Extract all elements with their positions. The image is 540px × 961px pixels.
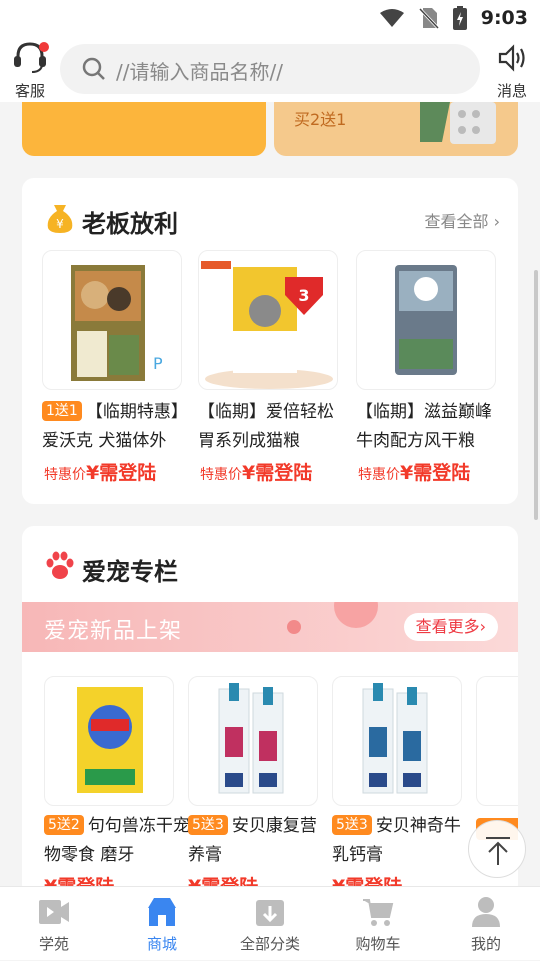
boss-deals-title: 老板放利 xyxy=(82,210,178,238)
product-image xyxy=(188,676,318,806)
box-down-icon xyxy=(256,900,284,926)
tab-mall[interactable]: 商城 xyxy=(108,887,216,961)
product-name: 【临期】爱倍轻松胃系列成猫粮 xyxy=(198,398,338,456)
product-price: 特惠价¥需登陆 xyxy=(358,458,470,485)
no-sim-icon xyxy=(418,7,439,29)
product-name: 5送3 安贝神奇牛乳钙膏 xyxy=(332,812,462,870)
banner-right-text: 买2送1 xyxy=(294,110,347,129)
product-name: 5送2 句句兽冻干宠物零食 磨牙 xyxy=(44,812,192,870)
product-name-text: 【临期】爱倍轻松胃系列成猫粮 xyxy=(198,402,334,451)
price-value: ¥需登陆 xyxy=(86,462,157,484)
pet-column-section: 爱宠专栏 爱宠新品上架 查看更多› 5送2句句兽冻干宠物零食 磨牙 ¥需登陆 xyxy=(22,526,518,896)
status-icons: 9:03 xyxy=(379,6,528,30)
search-placeholder: //请输入商品名称// xyxy=(116,60,283,84)
product-price: 特惠价¥需登陆 xyxy=(200,458,312,485)
promo-tag: 5送2 xyxy=(44,815,84,835)
paste-box-image xyxy=(218,683,284,794)
store-icon xyxy=(148,898,176,926)
banner-left[interactable] xyxy=(22,102,266,156)
tab-cart[interactable]: 购物车 xyxy=(324,887,432,961)
chevron-right-icon: › xyxy=(479,617,486,636)
scrollbar[interactable] xyxy=(534,270,538,520)
chevron-right-icon: › xyxy=(493,212,500,231)
customer-service-button[interactable]: 客服 xyxy=(0,40,60,100)
product-name-text: 【临期】滋益巅峰 牛肉配方风干粮 xyxy=(356,402,492,451)
medicine-pack-image xyxy=(420,102,496,144)
wifi-icon xyxy=(379,9,404,27)
see-all-label: 查看全部 xyxy=(424,212,489,231)
product-image xyxy=(44,676,174,806)
status-bar: 9:03 xyxy=(0,0,540,36)
tab-academy[interactable]: 学苑 xyxy=(0,887,108,961)
tab-label: 全部分类 xyxy=(239,935,300,953)
snack-bag-image xyxy=(77,687,143,793)
paw-icon xyxy=(46,551,74,579)
message-button[interactable]: 消息 xyxy=(482,40,540,100)
see-more-button[interactable]: 查看更多› xyxy=(403,613,498,641)
battery-icon xyxy=(452,6,467,30)
product-name: 5送3 安贝康复营养膏 xyxy=(188,812,318,870)
tab-label: 购物车 xyxy=(355,935,401,953)
tab-profile[interactable]: 我的 xyxy=(432,887,540,961)
svg-text:3: 3 xyxy=(298,286,309,305)
drops-box-image: P xyxy=(71,265,163,381)
boss-deals-section: ¥ 老板放利 查看全部 › P 1送1【临期特惠】爱沃克 犬猫体外驱虫滴剂 特惠… xyxy=(22,178,518,504)
cart-icon xyxy=(363,899,394,926)
headset-icon xyxy=(14,42,49,73)
header: 客服 //请输入商品名称// 消息 xyxy=(0,36,540,102)
product-image-partial[interactable] xyxy=(476,676,518,806)
see-all-link[interactable]: 查看全部 › xyxy=(424,208,500,232)
tab-label: 学苑 xyxy=(38,935,69,953)
price-label: 特惠价 xyxy=(44,467,86,483)
product-image: P xyxy=(42,250,182,390)
speaker-icon xyxy=(498,44,525,72)
product-image: 3 xyxy=(198,250,338,390)
cat-food-bag-image: 3 xyxy=(201,261,333,389)
bottom-tab-bar: 学苑 商城 全部分类 购物车 我的 xyxy=(0,886,540,960)
product-name: 1送1【临期特惠】爱沃克 犬猫体外驱虫滴剂 xyxy=(42,398,182,456)
video-icon xyxy=(39,900,69,924)
promo-tag: 5送3 xyxy=(188,815,228,835)
pet-column-title: 爱宠专栏 xyxy=(82,558,178,586)
user-icon xyxy=(472,897,500,927)
banner-right[interactable]: 买2送1 xyxy=(274,102,518,156)
back-to-top-button[interactable] xyxy=(468,820,526,878)
svg-text:¥: ¥ xyxy=(56,217,64,231)
status-time: 9:03 xyxy=(480,7,528,29)
promo-tag: 1送1 xyxy=(42,401,82,421)
product-image xyxy=(332,676,462,806)
svg-text:P: P xyxy=(153,354,163,373)
price-label: 特惠价 xyxy=(358,467,400,483)
search-icon xyxy=(82,57,105,80)
message-label: 消息 xyxy=(496,82,527,100)
price-label: 特惠价 xyxy=(200,467,242,483)
price-value: ¥需登陆 xyxy=(400,462,471,484)
search-input[interactable]: //请输入商品名称// xyxy=(60,44,480,94)
new-arrivals-banner[interactable]: 爱宠新品上架 查看更多› xyxy=(22,602,518,652)
price-value: ¥需登陆 xyxy=(242,462,313,484)
tab-label: 我的 xyxy=(470,935,501,953)
promo-title: 爱宠新品上架 xyxy=(44,619,183,644)
see-more-label: 查看更多 xyxy=(415,617,480,636)
arrow-up-icon xyxy=(486,837,510,865)
paste-box-image xyxy=(362,683,428,794)
promo-tag: 5送3 xyxy=(332,815,372,835)
tab-categories[interactable]: 全部分类 xyxy=(216,887,324,961)
tab-label: 商城 xyxy=(146,935,177,953)
ziwi-bag-image xyxy=(395,265,457,375)
service-label: 客服 xyxy=(14,82,45,100)
product-price: 特惠价¥需登陆 xyxy=(44,458,156,485)
product-image xyxy=(356,250,496,390)
product-name: 【临期】滋益巅峰 牛肉配方风干粮 xyxy=(356,398,496,456)
money-bag-icon: ¥ xyxy=(47,205,73,233)
